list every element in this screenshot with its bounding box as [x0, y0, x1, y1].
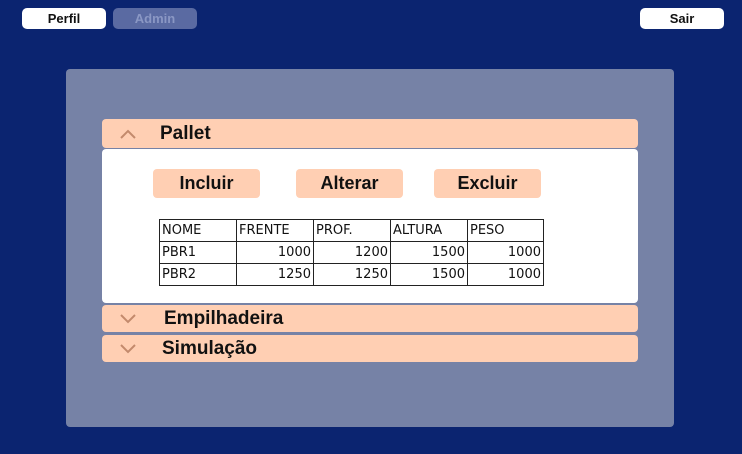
table-cell: 1000 [467, 241, 544, 264]
table-cell: 1500 [390, 263, 468, 286]
accordion-header-simulacao[interactable]: Simulação [102, 335, 638, 362]
column-header-nome: NOME [159, 219, 237, 242]
table-cell: 1000 [467, 263, 544, 286]
column-header-peso: PESO [467, 219, 544, 242]
table-cell: 1000 [236, 241, 314, 264]
table-row[interactable]: PBR2 1250 1250 1500 1000 [159, 263, 544, 286]
admin-button[interactable]: Admin [113, 8, 197, 29]
table-cell: PBR1 [159, 241, 237, 264]
column-header-altura: ALTURA [390, 219, 468, 242]
table-cell: 1250 [313, 263, 391, 286]
table-header-row: NOME FRENTE PROF. ALTURA PESO [159, 219, 544, 242]
column-header-prof: PROF. [313, 219, 391, 242]
accordion-title-pallet: Pallet [160, 122, 211, 144]
accordion-title-simulacao: Simulação [162, 337, 258, 359]
chevron-down-icon [120, 311, 136, 327]
table-cell: 1500 [390, 241, 468, 264]
accordion-body-pallet: Incluir Alterar Excluir NOME FRENTE PROF… [102, 149, 638, 303]
alterar-button[interactable]: Alterar [296, 169, 403, 198]
sair-button[interactable]: Sair [640, 8, 724, 29]
perfil-button[interactable]: Perfil [22, 8, 106, 29]
chevron-down-icon [120, 341, 136, 357]
incluir-button[interactable]: Incluir [153, 169, 260, 198]
pallet-table: NOME FRENTE PROF. ALTURA PESO PBR1 1000 … [159, 219, 544, 286]
accordion-header-empilhadeira[interactable]: Empilhadeira [102, 305, 638, 332]
accordion-header-pallet[interactable]: Pallet [102, 119, 638, 148]
accordion-title-empilhadeira: Empilhadeira [164, 307, 284, 329]
table-cell: 1250 [236, 263, 314, 286]
table-cell: PBR2 [159, 263, 237, 286]
table-row[interactable]: PBR1 1000 1200 1500 1000 [159, 241, 544, 264]
column-header-frente: FRENTE [236, 219, 314, 242]
table-cell: 1200 [313, 241, 391, 264]
excluir-button[interactable]: Excluir [434, 169, 541, 198]
chevron-up-icon [120, 126, 136, 142]
main-panel: Pallet Incluir Alterar Excluir NOME FREN… [66, 69, 674, 427]
